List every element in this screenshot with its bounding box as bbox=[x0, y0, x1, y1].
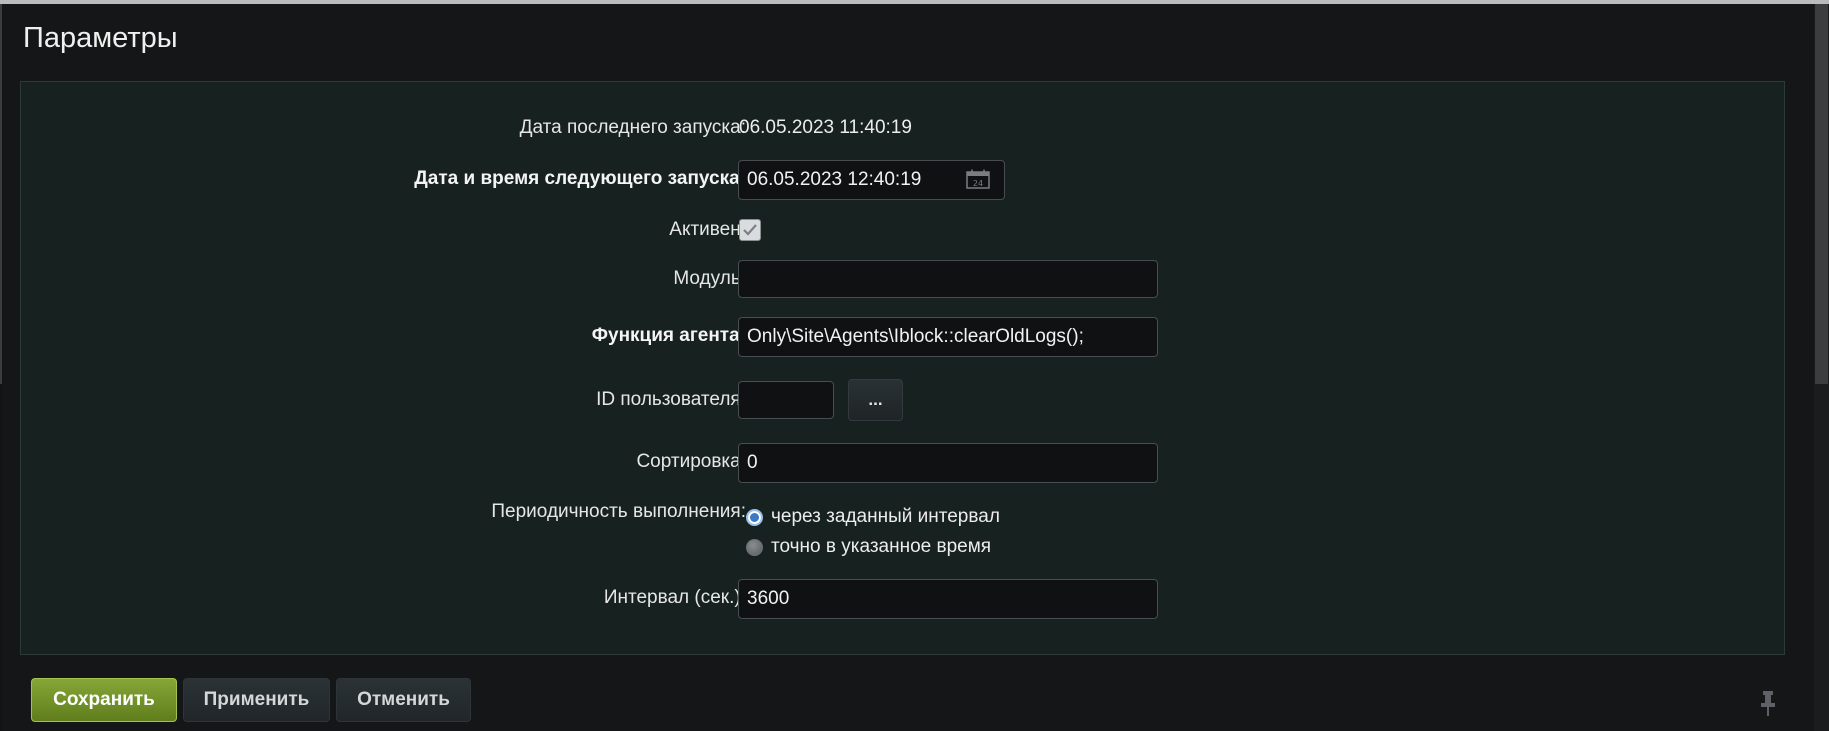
periodicity-label: Периодичность выполнения: bbox=[491, 501, 746, 522]
interval-label: Интервал (сек.): bbox=[603, 587, 746, 608]
agent-function-input[interactable]: Only\Site\Agents\Iblock::clearOldLogs(); bbox=[738, 317, 1158, 357]
scrollbar-thumb[interactable] bbox=[1815, 4, 1828, 384]
apply-button[interactable]: Применить bbox=[183, 678, 330, 722]
radio-exact-time[interactable] bbox=[746, 538, 763, 556]
user-id-label: ID пользователя: bbox=[596, 389, 746, 410]
module-input[interactable] bbox=[738, 260, 1158, 298]
radio-interval-label: через заданный интервал bbox=[771, 506, 1000, 527]
interval-input[interactable]: 3600 bbox=[738, 579, 1158, 619]
periodicity-option-interval[interactable]: через заданный интервал bbox=[746, 506, 1000, 528]
agent-function-value: Only\Site\Agents\Iblock::clearOldLogs(); bbox=[747, 326, 1084, 347]
periodicity-option-exact-time[interactable]: точно в указанное время bbox=[746, 536, 991, 558]
pin-icon[interactable] bbox=[1758, 689, 1778, 717]
radio-exact-time-label: точно в указанное время bbox=[771, 536, 992, 557]
sort-label: Сортировка: bbox=[636, 451, 746, 472]
save-button[interactable]: Сохранить bbox=[31, 678, 177, 722]
user-id-input[interactable] bbox=[738, 381, 834, 419]
page-title: Параметры bbox=[23, 22, 178, 54]
user-picker-button[interactable]: ... bbox=[848, 379, 903, 421]
checkmark-icon bbox=[743, 224, 757, 236]
last-run-label: Дата последнего запуска: bbox=[519, 117, 746, 138]
parameters-panel: Дата последнего запуска: 06.05.2023 11:4… bbox=[20, 81, 1785, 655]
left-edge bbox=[0, 4, 2, 384]
last-run-value: 06.05.2023 11:40:19 bbox=[739, 117, 912, 138]
calendar-icon[interactable]: 24 bbox=[966, 169, 990, 189]
agent-function-label: Функция агента: bbox=[591, 325, 746, 346]
radio-interval[interactable] bbox=[746, 508, 763, 526]
next-run-value: 06.05.2023 12:40:19 bbox=[747, 169, 922, 190]
module-label: Модуль: bbox=[673, 268, 746, 289]
next-run-label: Дата и время следующего запуска: bbox=[414, 168, 746, 189]
active-label: Активен: bbox=[669, 219, 746, 240]
next-run-input[interactable]: 06.05.2023 12:40:19 24 bbox=[738, 160, 1005, 200]
calendar-day: 24 bbox=[973, 179, 983, 188]
interval-value: 3600 bbox=[747, 588, 790, 609]
active-checkbox[interactable] bbox=[739, 219, 761, 241]
cancel-button[interactable]: Отменить bbox=[336, 678, 471, 722]
sort-input[interactable]: 0 bbox=[738, 443, 1158, 483]
sort-value: 0 bbox=[747, 452, 758, 473]
